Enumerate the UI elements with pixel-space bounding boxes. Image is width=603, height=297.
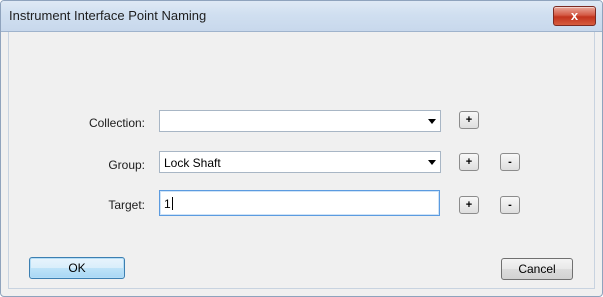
add-collection-button[interactable]: +	[459, 111, 479, 129]
target-input[interactable]: 1	[159, 190, 440, 216]
cancel-button[interactable]: Cancel	[501, 258, 573, 280]
text-caret	[171, 197, 173, 210]
add-target-button[interactable]: +	[459, 196, 479, 214]
target-value: 1	[164, 197, 171, 211]
group-label: Group:	[108, 158, 145, 172]
ok-button[interactable]: OK	[29, 257, 125, 279]
add-group-button[interactable]: +	[459, 153, 479, 171]
dropdown-arrow-icon	[428, 160, 436, 165]
dialog-window: Instrument Interface Point Naming x Coll…	[0, 0, 603, 297]
title-bar[interactable]: Instrument Interface Point Naming x	[1, 1, 602, 32]
dialog-body: Collection: + Group: Lock Shaft + - Targ…	[8, 32, 595, 289]
target-label: Target:	[108, 198, 145, 212]
remove-target-button[interactable]: -	[500, 196, 520, 214]
dropdown-arrow-icon	[428, 119, 436, 124]
close-button[interactable]: x	[553, 6, 596, 26]
window-title: Instrument Interface Point Naming	[9, 8, 207, 23]
group-value: Lock Shaft	[164, 156, 221, 170]
close-icon: x	[570, 8, 579, 23]
collection-label: Collection:	[88, 116, 145, 130]
group-dropdown[interactable]: Lock Shaft	[159, 151, 441, 173]
remove-group-button[interactable]: -	[500, 153, 520, 171]
collection-dropdown[interactable]	[159, 110, 441, 132]
